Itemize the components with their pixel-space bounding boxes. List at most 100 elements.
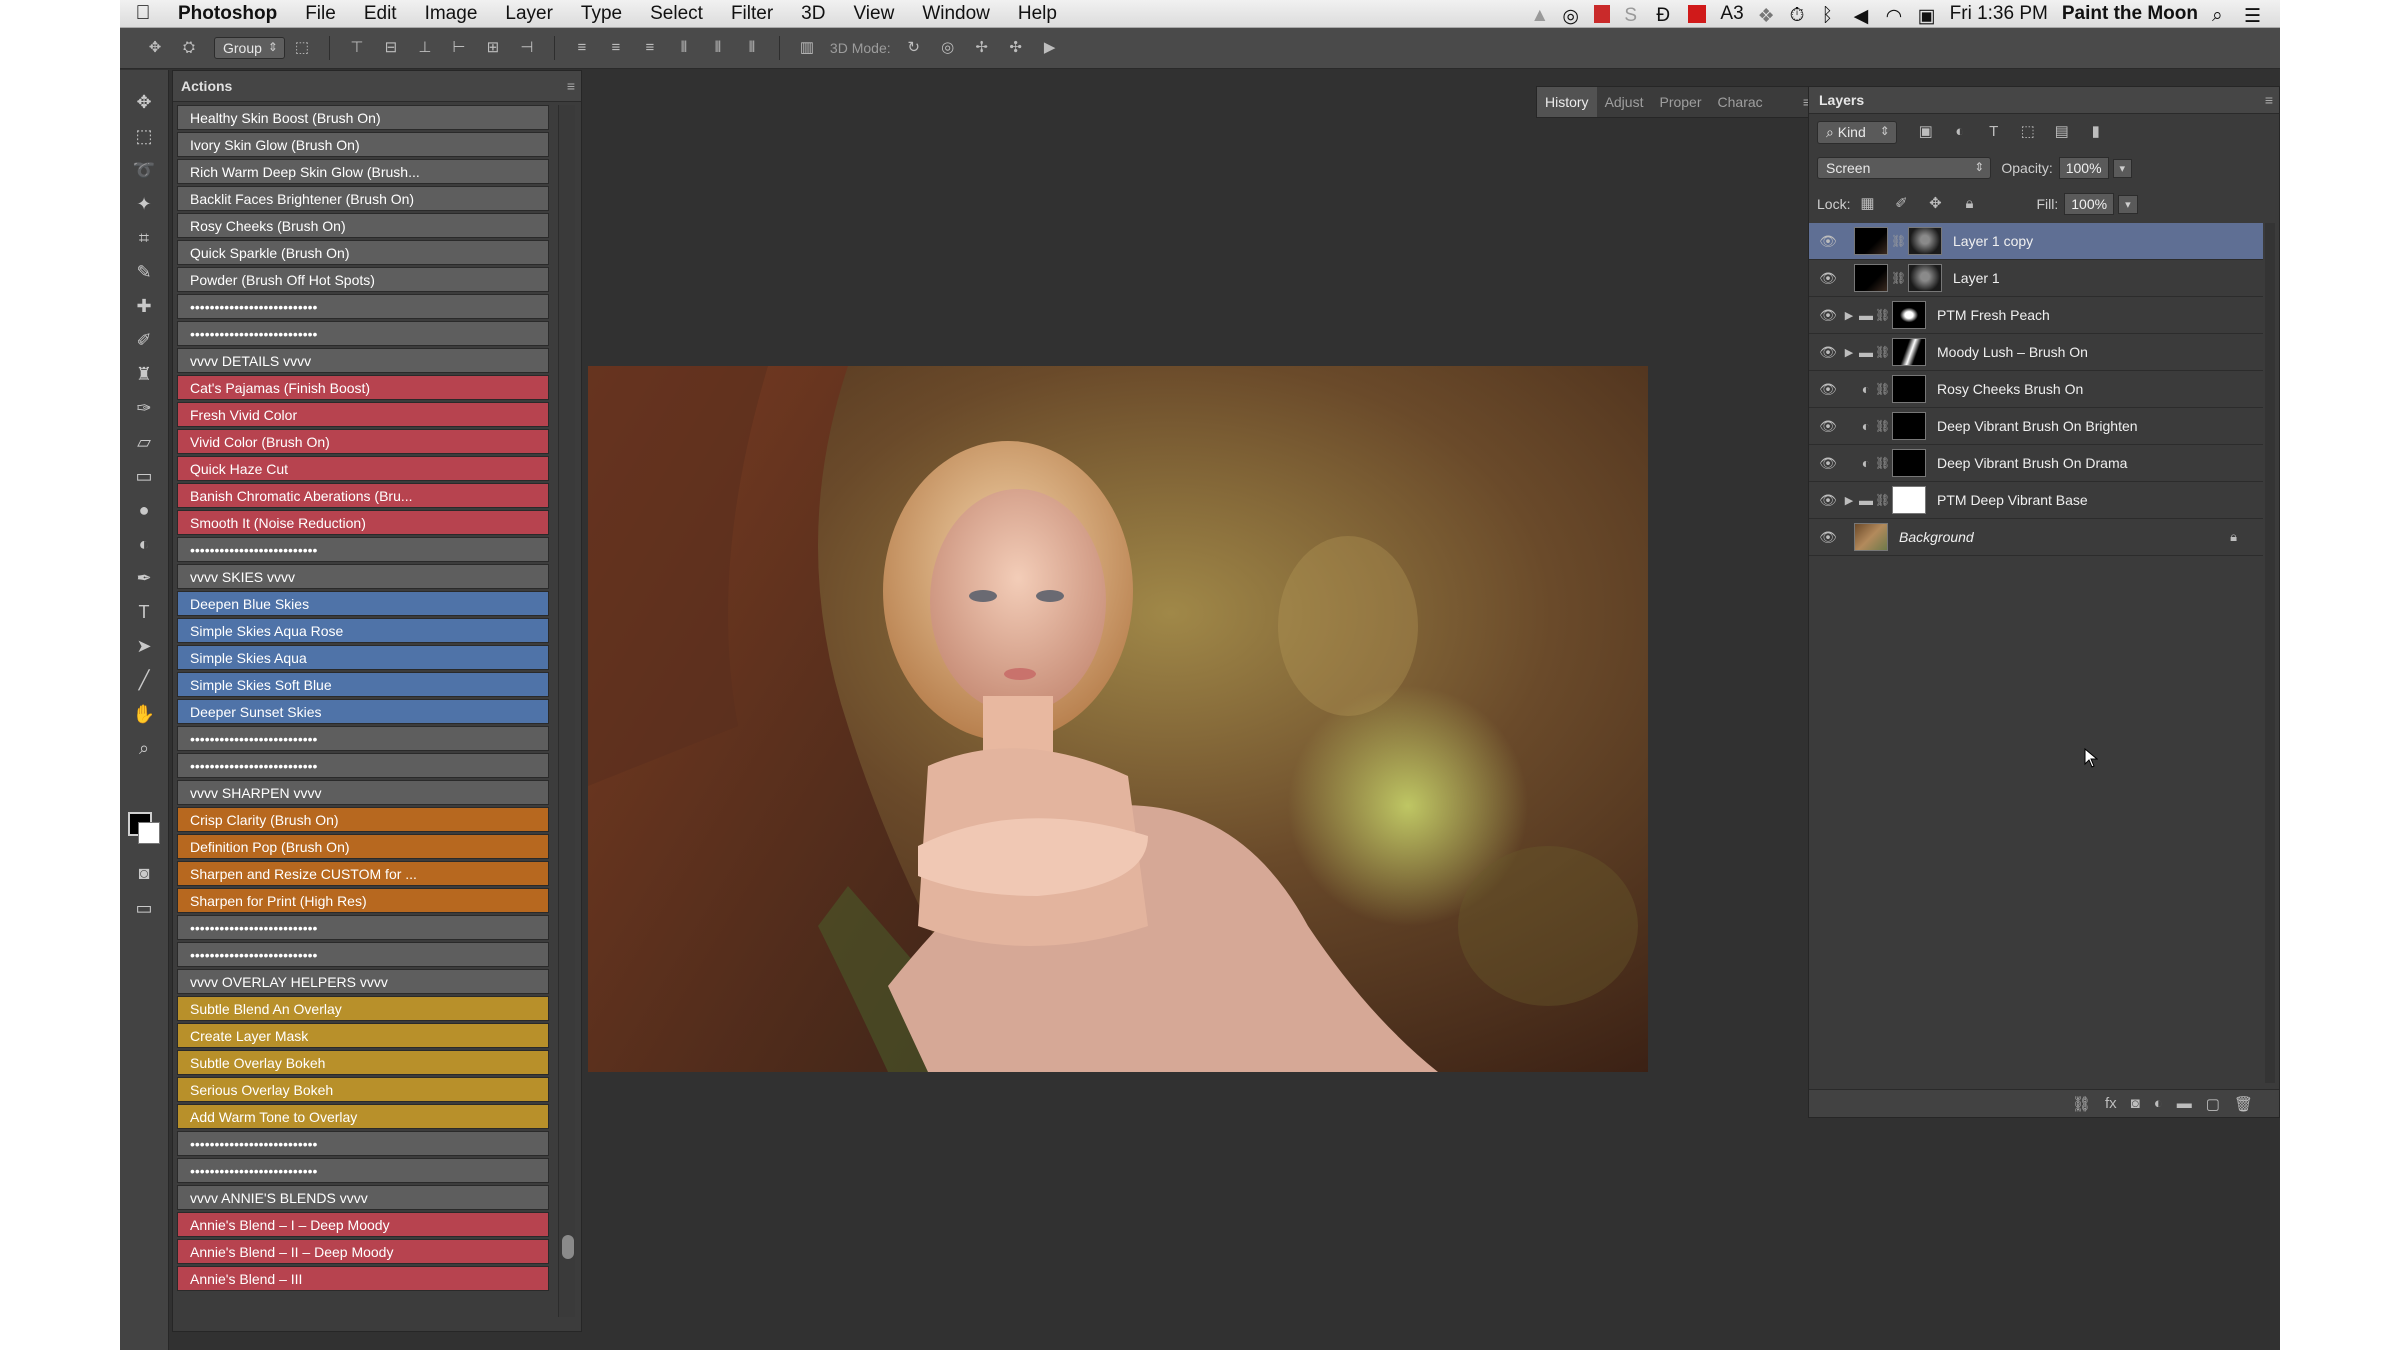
action-item[interactable]: Subtle Overlay Bokeh [177, 1050, 549, 1075]
new-adjustment-icon[interactable]: ◐ [2154, 1095, 2163, 1112]
dropbox-icon[interactable]: ❖ [1758, 5, 1776, 27]
distribute-bottom-icon[interactable]: ≡ [639, 39, 661, 57]
actions-scroll-thumb[interactable] [562, 1235, 574, 1259]
layer-mask-thumbnail[interactable] [1908, 227, 1942, 255]
action-item[interactable]: vvvv DETAILS vvvv [177, 348, 549, 373]
layer-name[interactable]: Deep Vibrant Brush On Brighten [1937, 418, 2138, 434]
layer-name[interactable]: Background [1899, 529, 1974, 545]
action-item[interactable]: vvvv SHARPEN vvvv [177, 780, 549, 805]
menu-3d[interactable]: 3D [787, 3, 839, 25]
mask-link-icon[interactable]: ⛓ [1875, 456, 1890, 470]
background-color-swatch[interactable] [138, 822, 160, 844]
action-item[interactable]: Backlit Faces Brightener (Brush On) [177, 186, 549, 211]
filter-kind-dropdown[interactable]: ⌕ Kind [1817, 120, 1897, 144]
transform-controls-icon[interactable]: ⬚ [291, 39, 313, 57]
action-item[interactable]: Cat's Pajamas (Finish Boost) [177, 375, 549, 400]
move-tool-icon[interactable]: ✥ [126, 86, 162, 118]
action-item[interactable]: Sharpen for Print (High Res) [177, 888, 549, 913]
visibility-eye-icon[interactable]: 👁︎ [1815, 307, 1841, 324]
visibility-eye-icon[interactable]: 👁︎ [1815, 529, 1841, 546]
actions-scrollbar[interactable] [558, 105, 575, 1317]
distribute-top-icon[interactable]: ≡ [571, 39, 593, 57]
layers-panel-header[interactable]: Layers ≡ [1809, 87, 2279, 114]
menu-image[interactable]: Image [411, 3, 492, 25]
layer-style-icon[interactable]: fx [2105, 1095, 2117, 1112]
adobe-badge-icon[interactable]: A3 [1720, 3, 1743, 25]
mask-link-icon[interactable]: ⛓ [1891, 271, 1906, 285]
align-left-icon[interactable]: ⊢ [448, 39, 470, 57]
menu-app[interactable]: Photoshop [166, 3, 291, 25]
layer-name[interactable]: Moody Lush – Brush On [1937, 344, 2088, 360]
action-item[interactable]: Rosy Cheeks (Brush On) [177, 213, 549, 238]
mask-link-icon[interactable]: ⛓ [1875, 345, 1890, 359]
action-item[interactable]: Deepen Blue Skies [177, 591, 549, 616]
action-item[interactable]: Add Warm Tone to Overlay [177, 1104, 549, 1129]
action-item[interactable]: •••••••••••••••••••••••••• [177, 915, 549, 940]
action-item[interactable]: Create Layer Mask [177, 1023, 549, 1048]
action-item[interactable]: Healthy Skin Boost (Brush On) [177, 105, 549, 130]
eraser-tool-icon[interactable]: ▱ [126, 426, 162, 458]
visibility-eye-icon[interactable]: 👁︎ [1815, 492, 1841, 509]
layer-row[interactable]: 👁︎ ▶ ▬ ⛓ PTM Fresh Peach [1809, 297, 2263, 334]
mask-link-icon[interactable]: ⛓ [1875, 419, 1890, 433]
action-item[interactable]: •••••••••••••••••••••••••• [177, 726, 549, 751]
menu-layer[interactable]: Layer [491, 3, 567, 25]
layer-row[interactable]: 👁︎ ▶ ▬ ⛓ PTM Deep Vibrant Base [1809, 482, 2263, 519]
opacity-slider-toggle[interactable]: ▾ [2112, 158, 2133, 178]
menu-select[interactable]: Select [636, 3, 717, 25]
layer-mask-thumbnail[interactable] [1892, 412, 1926, 440]
layers-scrollbar[interactable] [2265, 223, 2275, 1083]
menu-help[interactable]: Help [1004, 3, 1071, 25]
clock[interactable]: Fri 1:36 PM [1950, 3, 2048, 25]
layer-mask-thumbnail[interactable] [1892, 338, 1926, 366]
layer-name[interactable]: Layer 1 [1953, 270, 2000, 286]
3d-scale-icon[interactable]: ▶ [1039, 39, 1061, 57]
menu-filter[interactable]: Filter [717, 3, 787, 25]
layer-row[interactable]: 👁︎ ◐ ⛓ Deep Vibrant Brush On Drama [1809, 445, 2263, 482]
creative-cloud-icon[interactable]: ◎ [1562, 5, 1580, 27]
action-item[interactable]: •••••••••••••••••••••••••• [177, 537, 549, 562]
action-item[interactable]: Quick Haze Cut [177, 456, 549, 481]
align-top-icon[interactable]: ⊤ [346, 39, 368, 57]
healing-brush-tool-icon[interactable]: ✚ [126, 290, 162, 322]
fill-slider-toggle[interactable]: ▾ [2118, 194, 2138, 214]
filter-toggle-icon[interactable]: ▮ [2085, 123, 2107, 141]
visibility-eye-icon[interactable]: 👁︎ [1815, 270, 1841, 287]
tab-history[interactable]: History [1537, 87, 1597, 117]
action-item[interactable]: vvvv OVERLAY HELPERS vvvv [177, 969, 549, 994]
new-layer-icon[interactable]: ▢ [2206, 1095, 2220, 1113]
brush-tool-icon[interactable]: ✐ [126, 324, 162, 356]
wifi-icon[interactable]: ◠ [1886, 5, 1904, 27]
layer-mask-thumbnail[interactable] [1892, 449, 1926, 477]
type-filter-icon[interactable]: T [1983, 123, 2005, 141]
action-item[interactable]: Simple Skies Aqua Rose [177, 618, 549, 643]
action-item[interactable]: •••••••••••••••••••••••••• [177, 294, 549, 319]
quick-mask-icon[interactable]: ◙ [126, 857, 162, 889]
layer-thumbnail[interactable] [1854, 227, 1888, 255]
red-app-icon[interactable] [1594, 4, 1611, 23]
layer-name[interactable]: Layer 1 copy [1953, 233, 2033, 249]
triangle-icon[interactable]: ▲ [1530, 5, 1549, 26]
spotlight-icon[interactable]: ⌕ [2212, 5, 2230, 26]
action-item[interactable]: Smooth It (Noise Reduction) [177, 510, 549, 535]
menu-edit[interactable]: Edit [350, 3, 411, 25]
tab-character[interactable]: Charac [1710, 94, 1771, 110]
blur-tool-icon[interactable]: ● [126, 494, 162, 526]
bluetooth-icon[interactable]: ᛒ [1822, 5, 1840, 26]
action-item[interactable]: vvvv ANNIE'S BLENDS vvvv [177, 1185, 549, 1210]
expand-arrow-icon[interactable]: ▶ [1841, 346, 1857, 359]
action-item[interactable]: Annie's Blend – III [177, 1266, 549, 1291]
user-name[interactable]: Paint the Moon [2062, 3, 2198, 25]
layer-name[interactable]: Rosy Cheeks Brush On [1937, 381, 2083, 397]
layer-thumbnail[interactable] [1854, 523, 1888, 551]
pixel-filter-icon[interactable]: ▣ [1915, 123, 1937, 141]
distribute-right-icon[interactable]: ⦀ [741, 39, 763, 57]
action-item[interactable]: •••••••••••••••••••••••••• [177, 942, 549, 967]
3d-drag-icon[interactable]: ✢ [971, 39, 993, 57]
action-item[interactable]: Crisp Clarity (Brush On) [177, 807, 549, 832]
pen-tool-icon[interactable]: ✒ [126, 562, 162, 594]
3d-slide-icon[interactable]: ✣ [1005, 39, 1027, 57]
mask-link-icon[interactable]: ⛓ [1875, 308, 1890, 322]
align-vcenter-icon[interactable]: ⊟ [380, 39, 402, 57]
layer-mask-thumbnail[interactable] [1892, 301, 1926, 329]
